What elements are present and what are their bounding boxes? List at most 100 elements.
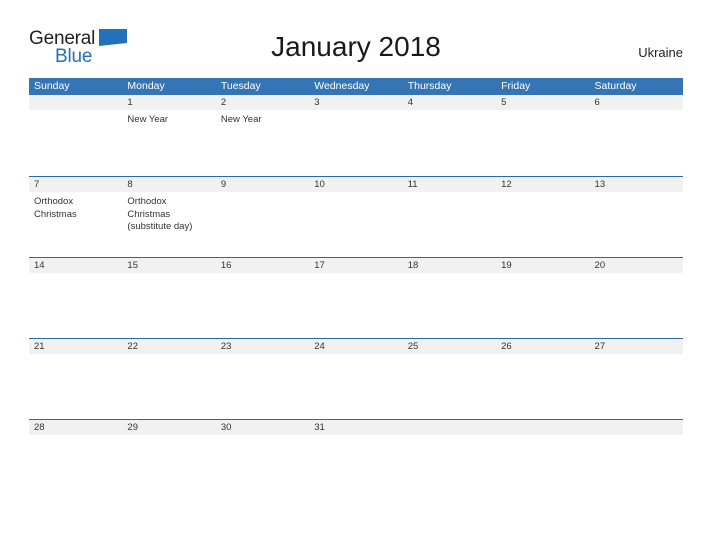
- weekday-header-sunday: Sunday: [34, 80, 70, 92]
- day-number: 30: [220, 422, 232, 433]
- day-cell[interactable]: 9: [216, 177, 309, 257]
- day-cell[interactable]: 30: [216, 420, 309, 500]
- page-header: General Blue January 2018 Ukraine: [0, 0, 712, 67]
- day-cell[interactable]: 19: [496, 258, 589, 338]
- day-number: 17: [314, 260, 325, 271]
- calendar-page: General Blue January 2018 Ukraine Sunday…: [0, 0, 712, 550]
- day-number: 11: [407, 179, 418, 190]
- week-cells: 14 15 16 17 18 19 20: [29, 258, 683, 338]
- day-number: 27: [594, 341, 606, 352]
- day-cell-empty: [496, 420, 589, 500]
- day-cell[interactable]: 2 New Year: [216, 95, 309, 176]
- day-cell[interactable]: 15: [122, 258, 215, 338]
- day-number: 1: [127, 97, 133, 108]
- day-number: 15: [127, 260, 138, 271]
- day-cell[interactable]: 14: [29, 258, 122, 338]
- day-number: 21: [34, 341, 45, 352]
- day-number: 26: [501, 341, 512, 352]
- day-cell[interactable]: 12: [496, 177, 589, 257]
- day-events: New Year: [221, 114, 309, 127]
- day-number: 9: [220, 179, 227, 190]
- event-text: Christmas: [34, 208, 77, 220]
- week-cells: 21 22 23 24 25 26 27: [29, 339, 683, 419]
- day-number: [34, 95, 122, 110]
- day-number: 20: [594, 260, 606, 271]
- day-number: 22: [127, 341, 138, 352]
- day-cell[interactable]: 10: [309, 177, 402, 257]
- day-number: 5: [501, 97, 507, 108]
- day-number: 24: [314, 341, 325, 352]
- calendar-week-row: 28 29 30 31: [29, 419, 683, 500]
- day-cell[interactable]: 8 Orthodox Christmas (substitute day): [122, 177, 215, 257]
- day-number: 12: [501, 179, 512, 190]
- day-cell[interactable]: 29: [122, 420, 215, 500]
- day-cell[interactable]: 31: [309, 420, 402, 500]
- day-cell[interactable]: 24: [309, 339, 402, 419]
- day-number: 4: [407, 97, 413, 108]
- day-cell[interactable]: 23: [216, 339, 309, 419]
- day-cell[interactable]: 18: [403, 258, 496, 338]
- day-number: 25: [407, 341, 419, 352]
- day-number: [595, 420, 683, 435]
- event-text: New Year: [220, 114, 262, 125]
- day-cell[interactable]: 22: [122, 339, 215, 419]
- calendar-weeks: 1 New Year 2 New Year 3 4 5 6 7 Orthodox Christmas…: [29, 95, 683, 500]
- day-number: 18: [407, 260, 419, 271]
- day-events: Orthodox Christmas (substitute day): [127, 196, 215, 234]
- calendar-week-row: 7 Orthodox Christmas 8 Orthodox Christmas (sub…: [29, 176, 683, 257]
- weekday-header-tuesday: Tuesday: [220, 80, 261, 92]
- day-events: Orthodox Christmas: [34, 196, 122, 221]
- weekday-header-row: Sunday Monday Tuesday Wednesday Thursday…: [29, 78, 683, 95]
- event-text: Christmas: [127, 208, 171, 220]
- week-cells: 1 New Year 2 New Year 3 4 5 6: [29, 95, 683, 176]
- weekday-header-thursday: Thursday: [407, 80, 452, 92]
- day-cell-empty: [29, 95, 122, 176]
- day-cell[interactable]: 13: [590, 177, 683, 257]
- day-number: [408, 420, 496, 435]
- day-cell[interactable]: 11: [403, 177, 496, 257]
- week-cells: 7 Orthodox Christmas 8 Orthodox Christmas (sub…: [29, 177, 683, 257]
- event-text: Orthodox: [127, 196, 167, 207]
- day-number: [501, 420, 589, 435]
- calendar-table: Sunday Monday Tuesday Wednesday Thursday…: [29, 78, 683, 500]
- day-number: 13: [594, 179, 606, 190]
- day-cell[interactable]: 17: [309, 258, 402, 338]
- day-cell[interactable]: 27: [590, 339, 683, 419]
- day-number: 29: [127, 422, 138, 433]
- day-cell[interactable]: 4: [403, 95, 496, 176]
- event-text: Orthodox: [34, 196, 74, 207]
- day-number: 7: [34, 179, 40, 190]
- day-cell[interactable]: 28: [29, 420, 122, 500]
- weekday-header-friday: Friday: [501, 80, 531, 92]
- day-cell[interactable]: 7 Orthodox Christmas: [29, 177, 122, 257]
- day-cell-empty: [403, 420, 496, 500]
- weekday-header-wednesday: Wednesday: [314, 80, 370, 92]
- weekday-header-saturday: Saturday: [594, 80, 637, 92]
- day-number: 16: [220, 260, 232, 271]
- day-cell-empty: [590, 420, 683, 500]
- day-number: 8: [127, 179, 133, 190]
- calendar-week-row: 14 15 16 17 18 19 20: [29, 257, 683, 338]
- day-number: 31: [314, 422, 325, 433]
- day-cell[interactable]: 26: [496, 339, 589, 419]
- day-number: 10: [314, 179, 325, 190]
- day-events: New Year: [127, 114, 215, 127]
- day-cell[interactable]: 5: [496, 95, 589, 176]
- day-cell[interactable]: 6: [590, 95, 683, 176]
- day-number: 2: [220, 97, 227, 108]
- day-cell[interactable]: 3: [309, 95, 402, 176]
- day-number: 14: [34, 260, 45, 271]
- day-cell[interactable]: 16: [216, 258, 309, 338]
- day-cell[interactable]: 1 New Year: [122, 95, 215, 176]
- day-number: 19: [501, 260, 512, 271]
- day-number: 3: [314, 97, 320, 108]
- event-text: New Year: [127, 114, 169, 125]
- day-cell[interactable]: 25: [403, 339, 496, 419]
- day-cell[interactable]: 21: [29, 339, 122, 419]
- day-number: 6: [594, 97, 600, 108]
- day-cell[interactable]: 20: [590, 258, 683, 338]
- weekday-header-monday: Monday: [127, 80, 165, 92]
- calendar-week-row: 1 New Year 2 New Year 3 4 5 6: [29, 95, 683, 176]
- page-title: January 2018: [271, 31, 441, 62]
- calendar-week-row: 21 22 23 24 25 26 27: [29, 338, 683, 419]
